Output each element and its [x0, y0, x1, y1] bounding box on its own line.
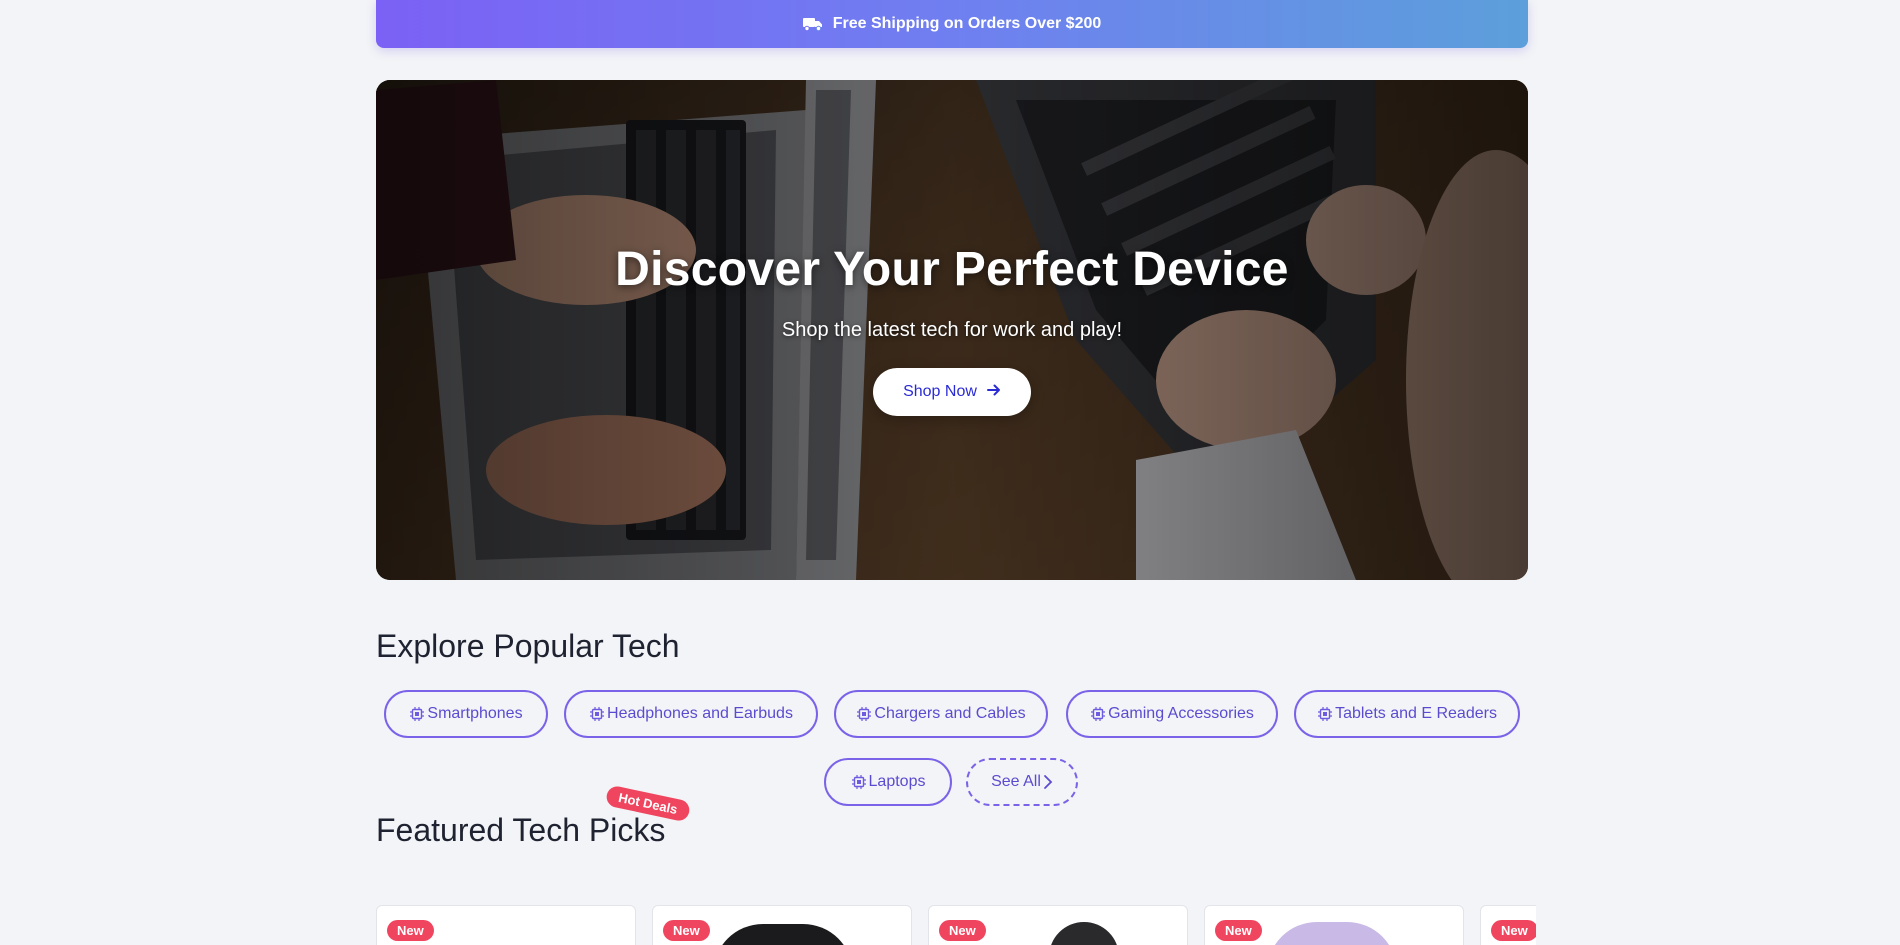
product-card[interactable]: New [376, 905, 636, 945]
hero-banner: Discover Your Perfect Device Shop the la… [376, 80, 1528, 580]
category-label: Chargers and Cables [874, 705, 1026, 722]
shipping-banner: Free Shipping on Orders Over $200 [376, 0, 1528, 48]
product-card[interactable]: New [1480, 905, 1536, 945]
shop-now-label: Shop Now [903, 383, 977, 400]
category-label: Laptops [868, 773, 926, 790]
chip-icon [851, 774, 867, 790]
chip-icon [589, 706, 605, 722]
shipping-banner-text: Free Shipping on Orders Over $200 [832, 15, 1102, 32]
featured-section-title: Featured Tech Picks [376, 812, 666, 848]
product-image [1267, 922, 1397, 945]
category-chip-smartphones[interactable]: Smartphones [384, 690, 548, 738]
product-image [713, 924, 853, 945]
category-chip-headphones[interactable]: Headphones and Earbuds [564, 690, 818, 738]
product-card[interactable]: New [652, 905, 912, 945]
chip-icon [1090, 706, 1106, 722]
product-card[interactable]: New [1204, 905, 1464, 945]
arrow-right-icon [986, 383, 1001, 402]
explore-section-title: Explore Popular Tech [376, 628, 680, 664]
product-image [1049, 922, 1119, 945]
category-chip-chargers[interactable]: Chargers and Cables [834, 690, 1048, 738]
category-label: Gaming Accessories [1108, 705, 1254, 722]
category-label: Headphones and Earbuds [607, 705, 793, 722]
new-badge: New [387, 920, 434, 941]
chip-icon [856, 706, 872, 722]
category-label: Tablets and E Readers [1335, 705, 1497, 722]
new-badge: New [663, 920, 710, 941]
product-card[interactable]: New [928, 905, 1188, 945]
new-badge: New [1215, 920, 1262, 941]
shop-now-button[interactable]: Shop Now [873, 368, 1031, 416]
category-chip-laptops[interactable]: Laptops [824, 758, 952, 806]
chevron-right-icon [1043, 774, 1053, 790]
chip-icon [1317, 706, 1333, 722]
truck-icon [802, 16, 823, 32]
hero-content: Discover Your Perfect Device Shop the la… [376, 242, 1528, 416]
product-cards: New New New New New [376, 905, 1536, 945]
category-chip-gaming[interactable]: Gaming Accessories [1066, 690, 1278, 738]
new-badge: New [939, 920, 986, 941]
see-all-label: See All [991, 773, 1041, 790]
see-all-button[interactable]: See All [966, 758, 1078, 806]
new-badge: New [1491, 920, 1536, 941]
hero-subtitle: Shop the latest tech for work and play! [781, 319, 1123, 341]
category-chip-tablets[interactable]: Tablets and E Readers [1294, 690, 1520, 738]
hero-title: Discover Your Perfect Device [615, 243, 1289, 296]
category-label: Smartphones [427, 705, 523, 722]
chip-icon [409, 706, 425, 722]
